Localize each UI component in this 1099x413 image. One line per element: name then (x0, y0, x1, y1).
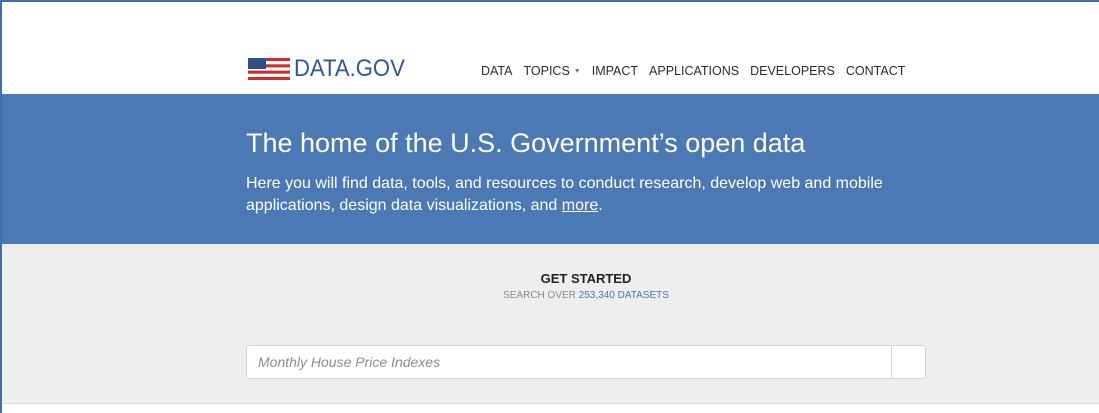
nav-item-label: TOPICS (523, 64, 570, 78)
nav-item-applications[interactable]: APPLICATIONS (649, 64, 739, 78)
us-flag-icon (248, 58, 290, 80)
nav-item-developers[interactable]: DEVELOPERS (750, 64, 835, 78)
nav-item-label: DEVELOPERS (750, 64, 835, 78)
nav-item-impact[interactable]: IMPACT (592, 64, 638, 78)
search-over-prefix: SEARCH OVER (503, 290, 579, 301)
dataset-count-line: SEARCH OVER 253,340 DATASETS (2, 290, 1099, 301)
get-started-heading: GET STARTED (540, 271, 632, 286)
hero-description: Here you will find data, tools, and reso… (246, 173, 926, 217)
search-button[interactable] (891, 346, 925, 378)
logo-text: DATA.GOV (294, 55, 405, 82)
search-band: GET STARTED SEARCH OVER 253,340 DATASETS (2, 244, 1099, 404)
search-box (246, 345, 926, 379)
site-logo[interactable]: DATA.GOV (248, 57, 414, 81)
nav-item-label: APPLICATIONS (649, 64, 740, 78)
hero-banner: The home of the U.S. Government’s open d… (2, 94, 1099, 244)
search-input[interactable] (247, 346, 891, 378)
nav-item-label: DATA (481, 64, 513, 78)
nav-item-topics[interactable]: TOPICS ▼ (523, 64, 580, 78)
nav-item-contact[interactable]: CONTACT (846, 64, 906, 78)
hero-title: The home of the U.S. Government’s open d… (246, 128, 806, 158)
nav-item-label: CONTACT (845, 64, 906, 78)
main-nav: DATA TOPICS ▼ IMPACT APPLICATIONS DEVELO… (481, 63, 905, 79)
dataset-count-link[interactable]: 253,340 DATASETS (579, 290, 669, 301)
more-link[interactable]: more (562, 197, 598, 214)
site-header: DATA.GOV DATA TOPICS ▼ IMPACT APPLICATIO… (2, 2, 1099, 94)
nav-item-data[interactable]: DATA (481, 64, 512, 78)
hero-text-end: . (598, 197, 603, 214)
caret-down-icon: ▼ (573, 67, 581, 75)
nav-item-label: IMPACT (591, 64, 639, 78)
